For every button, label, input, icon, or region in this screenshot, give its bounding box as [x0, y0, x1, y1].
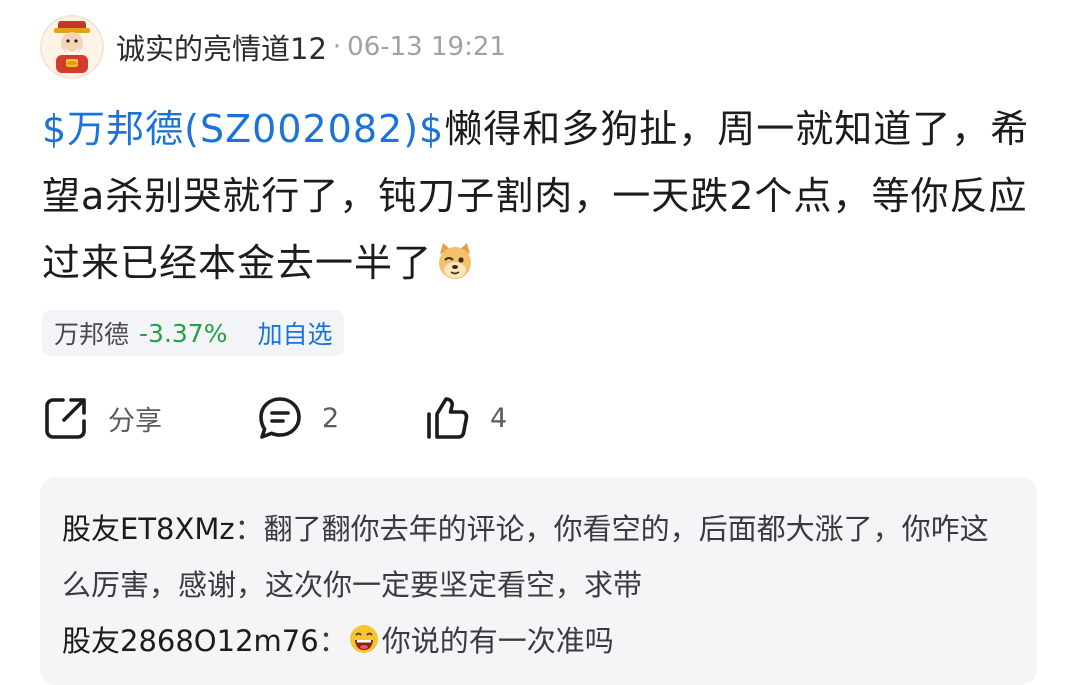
like-button[interactable]: 4: [424, 394, 507, 442]
stock-tag[interactable]: 万邦德 -3.37% 加自选: [42, 310, 345, 356]
share-label: 分享: [108, 405, 162, 437]
like-count: 4: [490, 402, 508, 434]
stock-tag-change: -3.37%: [139, 318, 228, 348]
action-bar: 分享 2 4: [42, 390, 507, 446]
share-button[interactable]: 分享: [42, 394, 256, 442]
add-to-watchlist-button[interactable]: 加自选: [257, 315, 332, 351]
laughing-emoji-icon: [348, 617, 380, 673]
comment-button[interactable]: 2: [256, 394, 424, 442]
post-timestamp: 06-13 19:21: [347, 32, 506, 62]
username[interactable]: 诚实的亮情道12: [116, 26, 327, 68]
post-header: 诚实的亮情道12 · 06-13 19:21: [40, 14, 506, 80]
post-meta: · 06-13 19:21: [333, 32, 506, 62]
comment-item[interactable]: 股友2868O12m76： 你说的有一次准吗: [62, 613, 1015, 673]
share-icon: [45, 398, 86, 439]
post-card: 诚实的亮情道12 · 06-13 19:21 $万邦德(SZ002082)$懒得…: [0, 0, 1079, 685]
stock-tag-name: 万邦德: [54, 320, 130, 349]
meta-separator: ·: [332, 32, 342, 62]
comment-separator: ：: [318, 624, 348, 658]
comment-author[interactable]: 股友2868O12m76: [62, 624, 319, 658]
comments-preview[interactable]: 股友ET8XMz：翻了翻你去年的评论，你看空的，后面都大涨了，你咋这么厉害，感谢…: [40, 477, 1037, 685]
comment-icon: [259, 397, 301, 439]
comment-author[interactable]: 股友ET8XMz: [62, 512, 235, 546]
comment-separator: ：: [234, 512, 264, 546]
thumbs-up-icon: [427, 397, 469, 439]
post-body: $万邦德(SZ002082)$懒得和多狗扯，周一就知道了，希望a杀别哭就行了，钝…: [42, 96, 1032, 303]
stock-link[interactable]: $万邦德(SZ002082)$: [42, 107, 444, 151]
comment-item[interactable]: 股友ET8XMz：翻了翻你去年的评论，你看空的，后面都大涨了，你咋这么厉害，感谢…: [62, 501, 1015, 613]
comment-text: 你说的有一次准吗: [381, 624, 614, 658]
avatar[interactable]: [40, 15, 104, 79]
god-of-wealth-avatar-icon: [54, 21, 90, 73]
comment-count: 2: [322, 402, 340, 434]
doge-emoji-icon: [434, 236, 476, 303]
